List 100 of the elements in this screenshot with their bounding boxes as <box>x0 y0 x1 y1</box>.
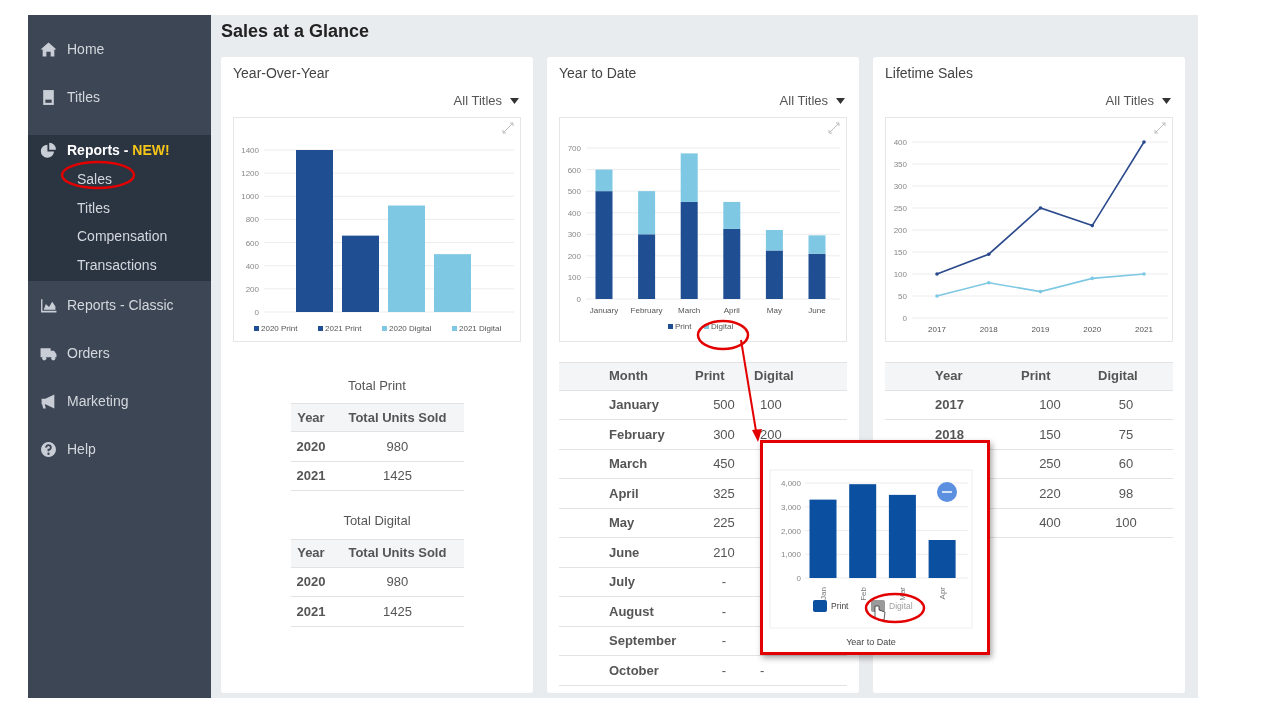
table-cell: - <box>694 655 754 685</box>
axis-label: February <box>630 305 663 315</box>
card-title: Year-Over-Year <box>233 64 331 83</box>
sidebar-item[interactable]: Help <box>28 425 211 473</box>
table-cell: February <box>559 419 694 449</box>
table-cell: 1425 <box>331 596 464 626</box>
table-cell: September <box>559 626 694 656</box>
table-cell: June <box>559 537 694 567</box>
sidebar-item[interactable]: Orders <box>28 329 211 377</box>
sidebar-subitem[interactable]: Titles <box>28 193 211 222</box>
sidebar-subitem[interactable]: Compensation <box>28 222 211 251</box>
sidebar-item[interactable]: Titles <box>28 73 211 121</box>
area-chart-icon <box>40 296 57 314</box>
data-point <box>1038 205 1043 210</box>
axis-label: April <box>723 305 740 315</box>
highlight-ellipse <box>696 319 750 351</box>
table-cell: 500 <box>694 390 754 420</box>
legend-swatch[interactable] <box>813 600 827 612</box>
axis-label: 500 <box>567 186 581 196</box>
axis-label: 0 <box>254 307 259 317</box>
data-point <box>986 280 991 285</box>
sidebar-item[interactable]: Reports - NEW! <box>28 135 211 165</box>
table-cell: 2020 <box>290 567 332 597</box>
axis-label: 2018 <box>979 324 998 334</box>
legend-label[interactable]: 2021 Digital <box>459 323 502 333</box>
table-cell: 250 <box>1020 449 1080 479</box>
data-point <box>1038 289 1043 293</box>
caret-icon <box>510 97 519 104</box>
sidebar-subitem[interactable]: Sales <box>28 165 211 194</box>
axis-label: 150 <box>893 247 907 257</box>
filter-dropdown[interactable]: All Titles <box>1103 89 1173 113</box>
help-icon <box>40 440 57 458</box>
sidebar-item[interactable]: Home <box>28 25 211 73</box>
table-cell: 75 <box>1080 419 1173 449</box>
minus-button[interactable] <box>937 482 957 502</box>
table-cell: 210 <box>694 537 754 567</box>
axis-label: 1,000 <box>780 550 801 560</box>
axis-label: 400 <box>893 137 907 147</box>
data-point <box>935 271 939 276</box>
table-cell: 2020 <box>290 431 332 461</box>
data-point <box>1142 139 1146 144</box>
caret-icon <box>836 97 845 104</box>
filter-dropdown[interactable]: All Titles <box>451 89 521 113</box>
axis-label: 2017 <box>928 324 946 334</box>
column-header: Year <box>290 403 332 432</box>
legend-swatch <box>452 325 457 331</box>
data-point <box>1090 276 1095 280</box>
filter-dropdown[interactable]: All Titles <box>777 89 847 113</box>
axis-label: 600 <box>245 238 259 248</box>
legend-label[interactable]: Digital <box>711 321 734 331</box>
page-title: Sales at a Glance <box>221 20 371 43</box>
legend-swatch <box>254 325 259 331</box>
axis-label: 2020 <box>1083 324 1102 334</box>
table-cell: July <box>559 567 694 597</box>
expand-icon[interactable] <box>502 121 514 134</box>
card-title: Year to Date <box>559 64 638 83</box>
table-cell: 325 <box>694 478 754 508</box>
axis-label: June <box>808 305 826 315</box>
expand-icon[interactable] <box>828 121 840 134</box>
table-cell: 2021 <box>290 596 332 626</box>
data-point <box>1090 223 1095 227</box>
table-cell: - <box>694 626 754 656</box>
card-title: Lifetime Sales <box>885 64 974 83</box>
axis-label: 250 <box>893 203 907 213</box>
house-icon <box>40 40 57 58</box>
chart-title: Year to Date <box>846 637 896 647</box>
axis-label: 2019 <box>1031 324 1050 334</box>
axis-label: 0 <box>902 313 907 323</box>
axis-label: 300 <box>567 229 581 239</box>
expand-icon[interactable] <box>1154 121 1166 134</box>
sidebar-item[interactable]: Marketing <box>28 377 211 425</box>
sidebar-subitem[interactable]: Transactions <box>28 250 211 279</box>
column-header: Year <box>290 539 332 567</box>
legend-label[interactable]: 2020 Print <box>261 323 298 333</box>
axis-label: 50 <box>898 291 907 301</box>
legend-label[interactable]: Print <box>675 321 692 331</box>
column-header: Year <box>885 362 1020 390</box>
sidebar-item[interactable]: Reports - Classic <box>28 281 211 329</box>
legend-label[interactable]: 2021 Print <box>325 323 362 333</box>
axis-label: 700 <box>567 143 581 153</box>
axis-label: 4,000 <box>780 479 801 488</box>
column-header: Month <box>559 362 694 390</box>
column-header: Print <box>694 362 754 390</box>
axis-label: 100 <box>893 269 907 279</box>
column-header: Total Units Sold <box>331 403 464 432</box>
legend-swatch <box>382 325 387 331</box>
column-header: Total Units Sold <box>331 539 464 567</box>
axis-label: 100 <box>567 272 581 282</box>
table-cell: 98 <box>1080 478 1173 508</box>
axis-label: 3,000 <box>780 502 801 512</box>
axis-label: March <box>678 305 701 315</box>
table-cell: January <box>559 390 694 420</box>
table-cell: 225 <box>694 508 754 538</box>
legend-label[interactable]: 2020 Digital <box>389 323 432 333</box>
legend-swatch <box>668 323 673 329</box>
legend-swatch <box>318 325 323 331</box>
table-cell: 980 <box>331 431 464 461</box>
table-cell: 400 <box>1020 508 1080 538</box>
axis-label: 2021 <box>1135 324 1153 334</box>
legend-label[interactable]: Print <box>831 601 849 611</box>
